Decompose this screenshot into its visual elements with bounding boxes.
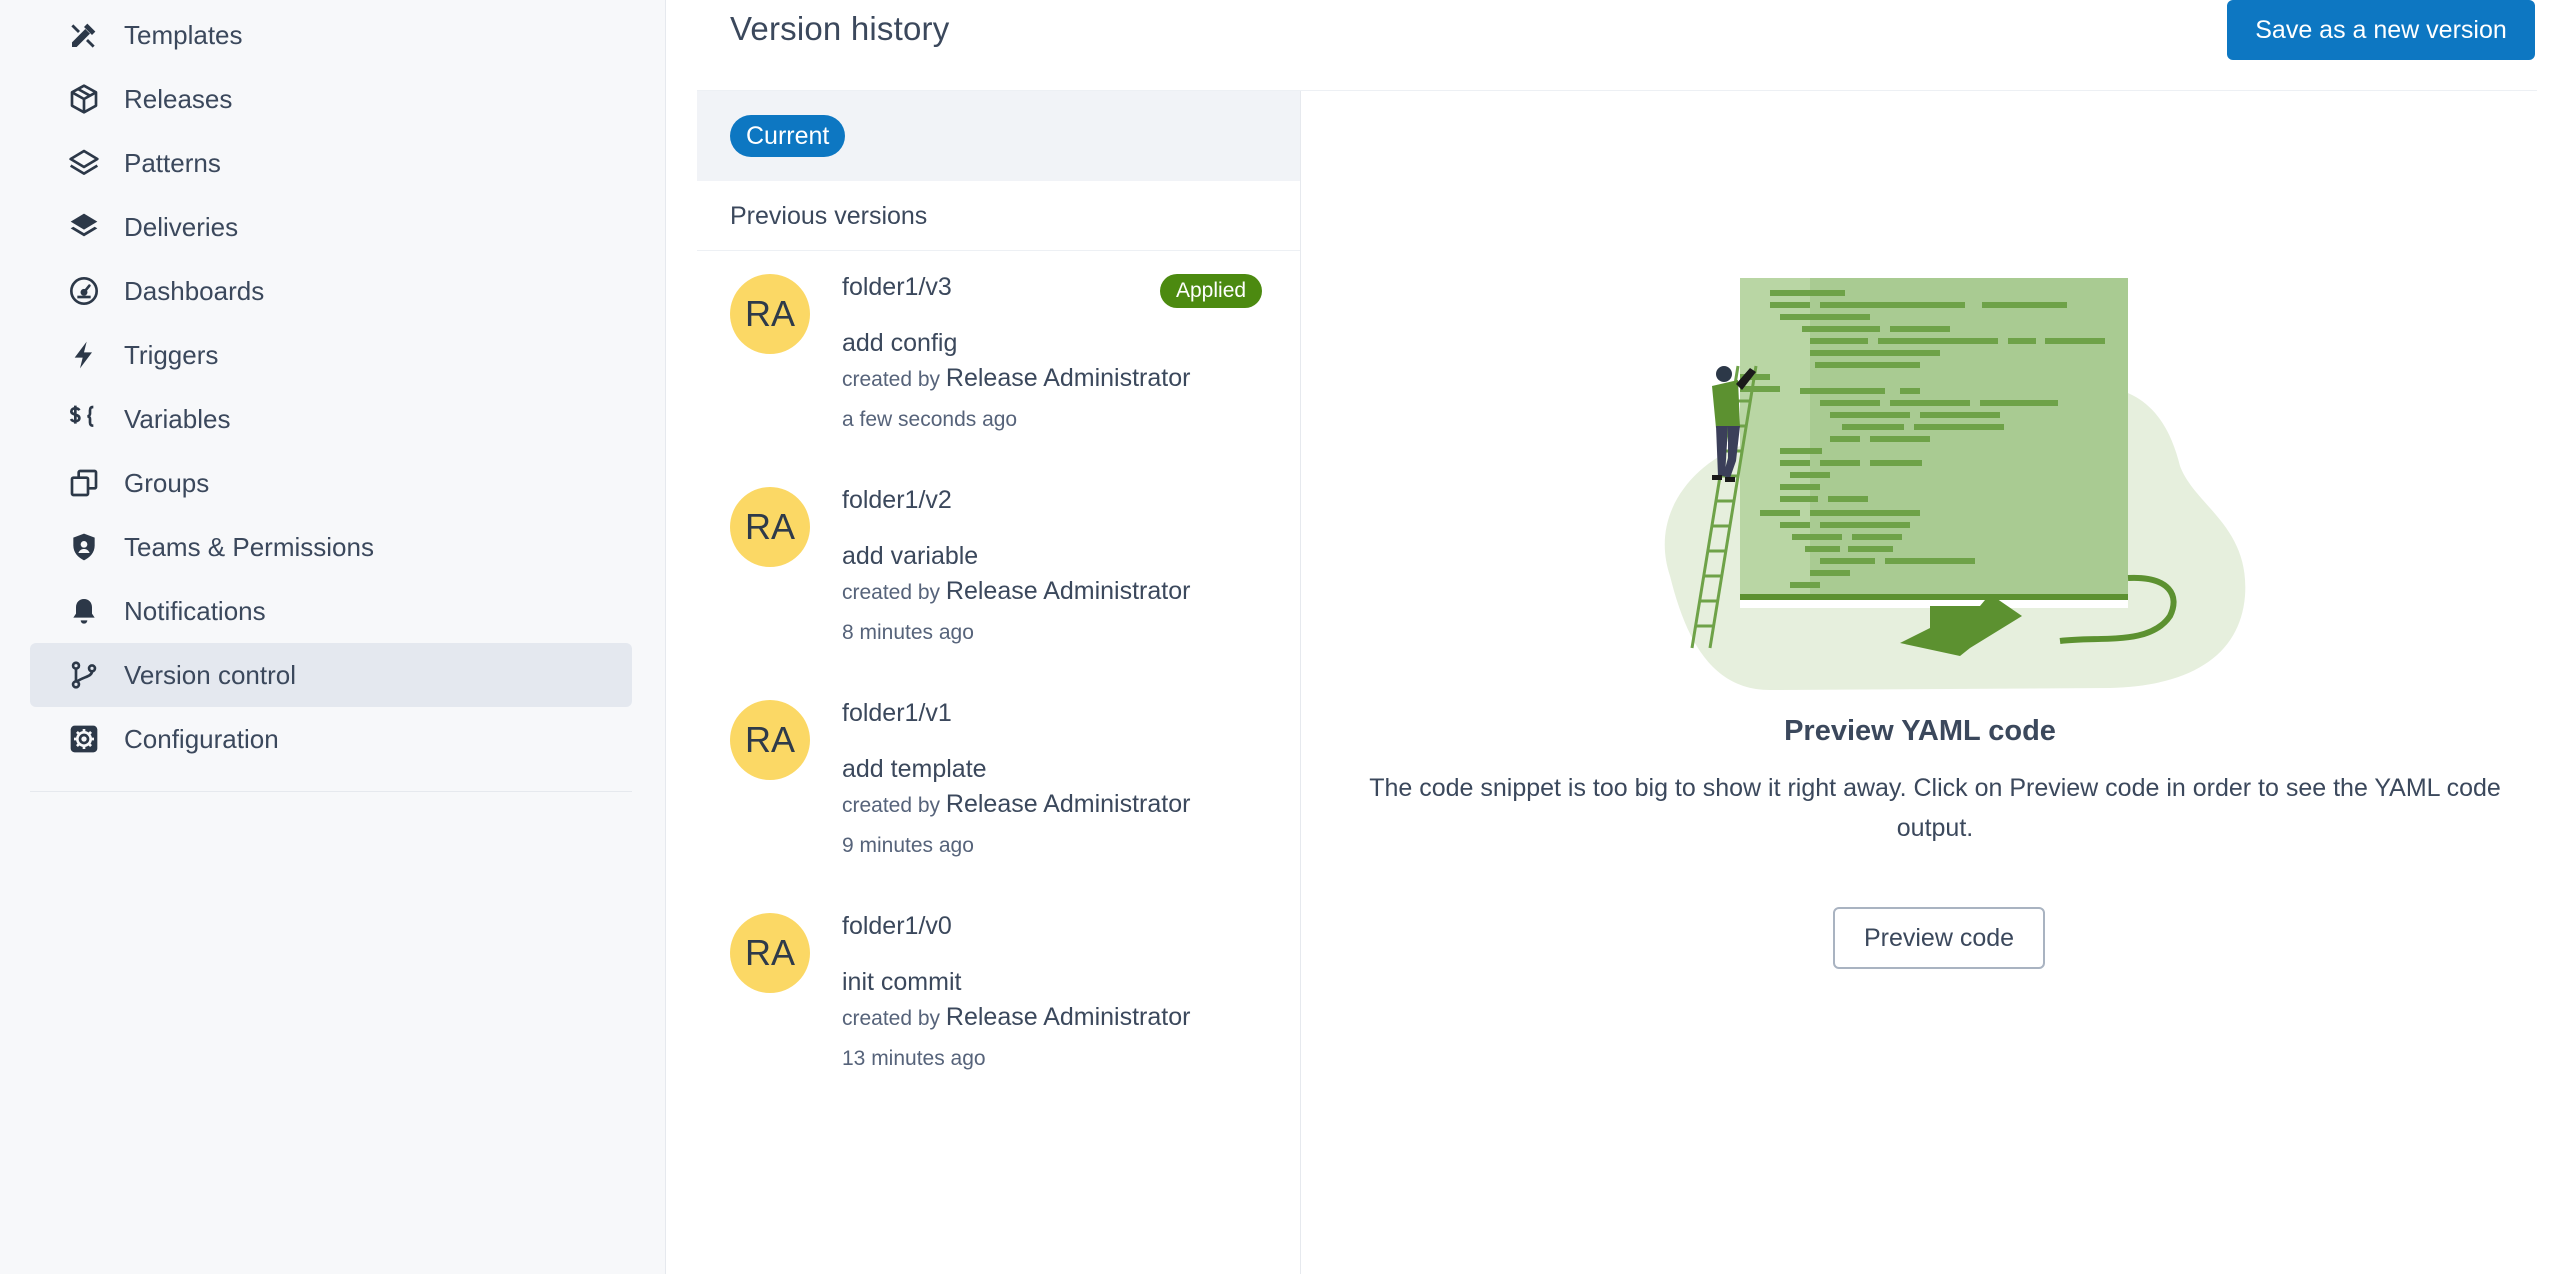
sidebar-item-label: Triggers <box>124 339 219 370</box>
sidebar: Templates Releases Patterns Deliveries D… <box>0 0 666 1274</box>
version-author: Release Administrator <box>945 577 1191 605</box>
deliveries-icon <box>66 209 102 245</box>
sidebar-item-label: Configuration <box>124 723 279 754</box>
version-item[interactable]: RA folder1/v3 Applied add config created… <box>697 251 1300 464</box>
sidebar-item-deliveries[interactable]: Deliveries <box>30 195 632 259</box>
version-author: Release Administrator <box>945 790 1191 818</box>
sidebar-item-label: Groups <box>124 467 210 498</box>
sidebar-item-label: Notifications <box>124 595 266 626</box>
created-by-prefix: created by <box>842 1007 941 1030</box>
code-illustration <box>1664 278 2246 690</box>
avatar: RA <box>730 274 810 354</box>
sidebar-item-label: Deliveries <box>124 211 239 242</box>
variables-icon <box>66 401 102 437</box>
version-time: a few seconds ago <box>842 408 1018 431</box>
sidebar-item-teams-permissions[interactable]: Teams & Permissions <box>30 515 632 579</box>
dashboards-icon <box>66 273 102 309</box>
sidebar-item-version-control[interactable]: Version control <box>30 643 632 707</box>
triggers-icon <box>66 337 102 373</box>
version-name: folder1/v1 <box>842 699 952 727</box>
sidebar-item-dashboards[interactable]: Dashboards <box>30 259 632 323</box>
sidebar-item-label: Templates <box>124 19 243 50</box>
sidebar-item-releases[interactable]: Releases <box>30 67 632 131</box>
versions-panel: Current Previous versions RA folder1/v3 … <box>697 91 1301 1274</box>
version-created-by: created by Release Administrator <box>842 364 1190 393</box>
code-screen-shade <box>1740 278 1810 600</box>
created-by-prefix: created by <box>842 794 941 817</box>
version-name: folder1/v3 <box>842 273 952 301</box>
version-message: add variable <box>842 542 979 570</box>
version-item[interactable]: RA folder1/v0 init commit created by Rel… <box>697 890 1300 1103</box>
version-message: add config <box>842 329 958 357</box>
sidebar-item-label: Releases <box>124 83 233 114</box>
previous-versions-heading: Previous versions <box>697 181 1300 251</box>
shield-icon <box>66 529 102 565</box>
version-name: folder1/v0 <box>842 912 952 940</box>
sidebar-item-label: Variables <box>124 403 231 434</box>
preview-description: The code snippet is too big to show it r… <box>1369 774 2501 842</box>
version-created-by: created by Release Administrator <box>842 790 1190 819</box>
sidebar-divider <box>30 791 632 792</box>
sidebar-item-label: Dashboards <box>124 275 265 306</box>
version-time: 13 minutes ago <box>842 1047 986 1070</box>
templates-icon <box>66 17 102 53</box>
releases-icon <box>66 81 102 117</box>
sidebar-item-triggers[interactable]: Triggers <box>30 323 632 387</box>
sidebar-item-patterns[interactable]: Patterns <box>30 131 632 195</box>
gear-icon <box>66 721 102 757</box>
created-by-prefix: created by <box>842 368 941 391</box>
version-message: add template <box>842 755 987 783</box>
sidebar-item-groups[interactable]: Groups <box>30 451 632 515</box>
current-version-row[interactable]: Current <box>697 91 1300 181</box>
screen-base <box>1740 594 2128 600</box>
groups-icon <box>66 465 102 501</box>
avatar: RA <box>730 913 810 993</box>
version-message: init commit <box>842 968 962 996</box>
version-time: 8 minutes ago <box>842 621 974 644</box>
sidebar-item-templates[interactable]: Templates <box>30 3 632 67</box>
avatar: RA <box>730 487 810 567</box>
preview-title: Preview YAML code <box>1784 715 2056 747</box>
sidebar-item-label: Version control <box>124 659 296 690</box>
avatar: RA <box>730 700 810 780</box>
sidebar-item-label: Patterns <box>124 147 221 178</box>
preview-code-button[interactable]: Preview code <box>1833 907 2045 969</box>
version-created-by: created by Release Administrator <box>842 577 1190 606</box>
sidebar-item-label: Teams & Permissions <box>124 531 374 562</box>
version-item[interactable]: RA folder1/v2 add variable created by Re… <box>697 464 1300 677</box>
sidebar-nav: Templates Releases Patterns Deliveries D… <box>30 3 632 771</box>
version-item[interactable]: RA folder1/v1 add template created by Re… <box>697 677 1300 890</box>
branch-icon <box>66 657 102 693</box>
save-new-version-button[interactable]: Save as a new version <box>2227 0 2535 60</box>
version-time: 9 minutes ago <box>842 834 974 857</box>
created-by-prefix: created by <box>842 581 941 604</box>
version-created-by: created by Release Administrator <box>842 1003 1190 1032</box>
sidebar-item-configuration[interactable]: Configuration <box>30 707 632 771</box>
page-title: Version history <box>730 10 950 47</box>
version-author: Release Administrator <box>945 364 1191 392</box>
bell-icon <box>66 593 102 629</box>
applied-badge: Applied <box>1160 274 1263 308</box>
sidebar-item-notifications[interactable]: Notifications <box>30 579 632 643</box>
version-author: Release Administrator <box>945 1003 1191 1031</box>
sidebar-item-variables[interactable]: Variables <box>30 387 632 451</box>
current-badge: Current <box>730 115 846 157</box>
version-name: folder1/v2 <box>842 486 952 514</box>
patterns-icon <box>66 145 102 181</box>
